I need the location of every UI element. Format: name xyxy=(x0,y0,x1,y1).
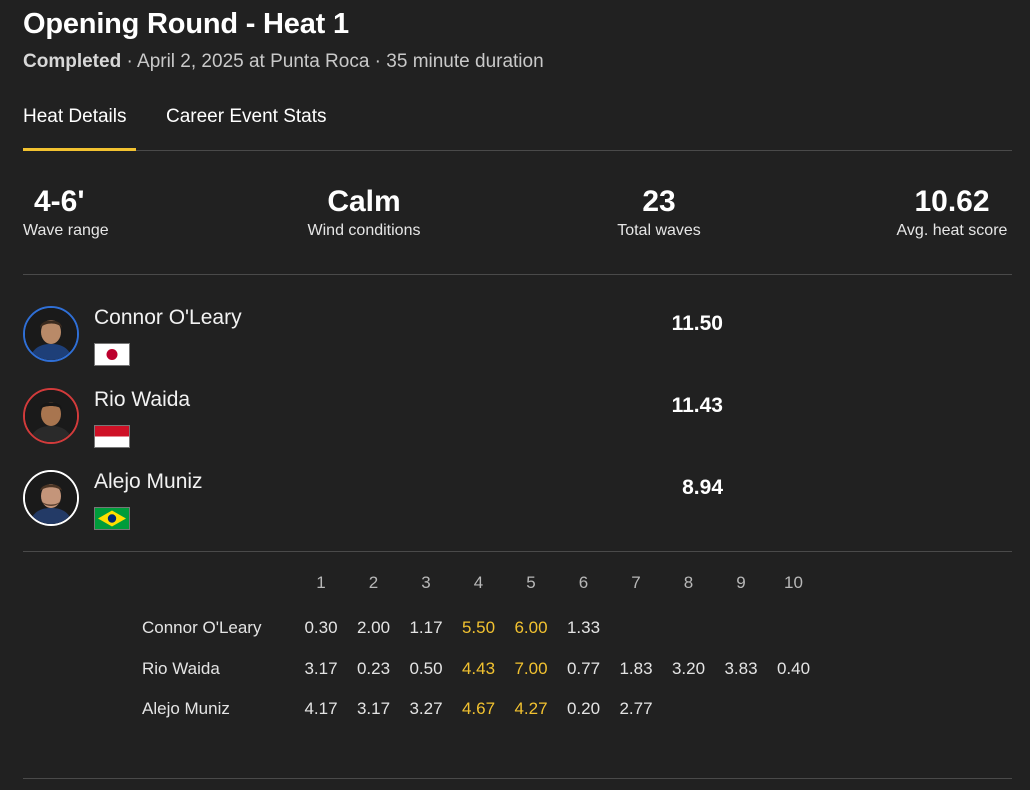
wave-row-surfer-name: Connor O'Leary xyxy=(142,618,262,637)
wave-row-surfer-name: Alejo Muniz xyxy=(142,699,230,718)
surfer-total-score: 11.43 xyxy=(671,394,723,417)
wave-score: 0.30 xyxy=(304,618,338,637)
surfer-total-score: 11.50 xyxy=(671,312,723,335)
surfer-avatar xyxy=(23,306,79,362)
stat-total-waves: 23 Total waves xyxy=(614,185,704,240)
wave-column-header: 4 xyxy=(473,573,484,592)
wave-score: 1.17 xyxy=(409,618,443,637)
divider xyxy=(23,274,1012,275)
wave-column-header: 2 xyxy=(368,573,379,592)
wave-score-counting: 5.50 xyxy=(461,618,496,637)
wave-score: 1.33 xyxy=(566,618,601,637)
stat-label: Total waves xyxy=(617,222,701,239)
divider xyxy=(23,551,1012,552)
stat-value: 23 xyxy=(642,185,676,218)
tab-heat-details[interactable]: Heat Details xyxy=(23,106,127,128)
wave-score: 3.17 xyxy=(304,658,338,678)
wave-column-header: 9 xyxy=(736,573,746,592)
page-title: Opening Round - Heat 1 xyxy=(23,8,349,40)
wave-score-counting: 6.00 xyxy=(514,618,548,637)
wave-score: 3.83 xyxy=(724,658,758,678)
surfer-avatar xyxy=(23,388,79,444)
surfer-row[interactable]: Alejo Muniz 8.94 xyxy=(23,470,723,534)
heat-status: Completed xyxy=(23,51,122,72)
wave-column-header: 8 xyxy=(683,573,694,592)
surfer-portrait-icon xyxy=(25,390,77,442)
wave-score-counting: 4.27 xyxy=(514,699,548,718)
surfer-portrait-icon xyxy=(25,472,77,524)
stat-avg-heat-score: 10.62 Avg. heat score xyxy=(892,185,1012,240)
wave-score: 0.77 xyxy=(566,658,601,678)
stat-wind-conditions: Calm Wind conditions xyxy=(302,185,426,240)
stat-value: Calm xyxy=(327,185,401,218)
wave-column-header: 6 xyxy=(578,573,589,592)
wave-score: 3.20 xyxy=(671,658,706,678)
heat-info: · April 2, 2025 at Punta Roca · 35 minut… xyxy=(121,51,544,72)
tab-bar: Heat Details Career Event Stats xyxy=(23,106,1012,151)
surfer-portrait-icon xyxy=(25,308,77,360)
wave-score: 0.40 xyxy=(776,658,811,678)
wave-score: 3.27 xyxy=(409,699,443,718)
surfer-row[interactable]: Connor O'Leary 11.50 xyxy=(23,306,723,370)
stat-value: 10.62 xyxy=(914,185,990,218)
japan-flag-icon xyxy=(94,343,130,366)
wave-score-counting: 4.67 xyxy=(461,699,496,718)
wave-score: 2.77 xyxy=(619,699,653,718)
tab-career-event-stats[interactable]: Career Event Stats xyxy=(166,106,327,128)
wave-score-counting: 7.00 xyxy=(514,658,548,678)
heat-details-page: Opening Round - Heat 1 Completed · April… xyxy=(0,0,1030,790)
wave-column-header: 7 xyxy=(631,573,641,592)
wave-row-surfer-name: Rio Waida xyxy=(142,658,220,678)
surfer-total-score: 8.94 xyxy=(682,476,723,499)
wave-score: 2.00 xyxy=(356,618,391,637)
wave-score: 4.17 xyxy=(304,699,338,718)
wave-score: 3.17 xyxy=(356,699,391,718)
stat-value: 4-6' xyxy=(34,185,85,218)
stat-wave-range: 4-6' Wave range xyxy=(23,185,109,240)
wave-score: 1.83 xyxy=(619,658,653,678)
wave-score: 0.20 xyxy=(566,699,601,718)
surfer-avatar xyxy=(23,470,79,526)
heat-subtitle: Completed · April 2, 2025 at Punta Roca … xyxy=(23,51,544,73)
wave-column-header: 5 xyxy=(526,573,536,592)
stat-label: Wind conditions xyxy=(307,222,421,239)
indonesia-flag-icon xyxy=(94,425,130,448)
wave-score: 0.23 xyxy=(356,658,391,678)
wave-score-counting: 4.43 xyxy=(461,658,496,678)
brazil-flag-icon xyxy=(94,507,130,530)
wave-score: 0.50 xyxy=(409,658,443,678)
active-tab-indicator xyxy=(23,148,136,151)
surfer-row[interactable]: Rio Waida 11.43 xyxy=(23,388,723,452)
stat-label: Avg. heat score xyxy=(896,222,1008,239)
surfer-name: Rio Waida xyxy=(94,388,191,411)
surfer-name: Alejo Muniz xyxy=(94,470,203,493)
divider xyxy=(23,778,1012,779)
wave-column-header: 10 xyxy=(784,573,803,592)
wave-column-header: 1 xyxy=(316,573,326,592)
stat-label: Wave range xyxy=(23,222,109,239)
wave-column-header: 3 xyxy=(421,573,431,592)
surfer-name: Connor O'Leary xyxy=(94,306,242,329)
